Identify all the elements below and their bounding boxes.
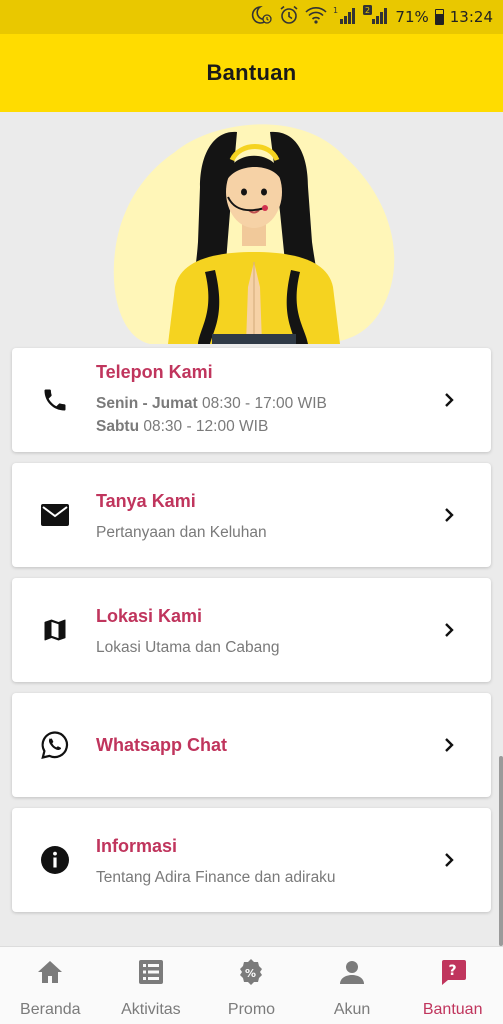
tanya-kami-card[interactable]: Tanya Kami Pertanyaan dan Keluhan <box>12 463 491 567</box>
info-icon <box>40 845 70 875</box>
chevron-right-icon <box>445 853 454 867</box>
sim1-label: 1 <box>333 6 338 15</box>
mail-icon <box>40 500 70 530</box>
hero-illustration <box>0 112 503 344</box>
tanya-kami-title: Tanya Kami <box>96 491 196 511</box>
phone-icon <box>40 385 70 415</box>
moon-clock-icon <box>251 5 273 29</box>
nav-aktivitas[interactable]: Aktivitas <box>101 947 202 1024</box>
lokasi-kami-subtitle: Lokasi Utama dan Cabang <box>96 639 280 656</box>
signal-icon: 2 <box>363 5 389 29</box>
alarm-icon <box>279 5 299 29</box>
telepon-weekday-time: 08:30 - 17:00 WIB <box>197 395 327 412</box>
map-icon <box>40 615 70 645</box>
chevron-right-icon <box>445 623 454 637</box>
lokasi-kami-card[interactable]: Lokasi Kami Lokasi Utama dan Cabang <box>12 578 491 682</box>
battery-icon <box>434 9 444 25</box>
telepon-saturday-hours: Sabtu 08:30 - 12:00 WIB <box>96 418 268 436</box>
whatsapp-chat-card[interactable]: Whatsapp Chat <box>12 693 491 797</box>
battery-percent: 71% <box>395 8 429 26</box>
telepon-weekday-label: Senin - Jumat <box>96 395 198 412</box>
signal-icon: 1 <box>333 5 357 29</box>
lokasi-kami-title: Lokasi Kami <box>96 606 203 626</box>
promo-badge-icon: % <box>236 957 266 987</box>
informasi-card[interactable]: Informasi Tentang Adira Finance dan adir… <box>12 808 491 912</box>
telepon-saturday-time: 08:30 - 12:00 WIB <box>139 418 269 435</box>
nav-promo-label: Promo <box>227 1001 276 1018</box>
telepon-weekday-hours: Senin - Jumat 08:30 - 17:00 WIB <box>96 395 327 413</box>
chevron-right-icon <box>445 508 454 522</box>
scrollbar[interactable] <box>499 756 503 946</box>
home-icon <box>35 957 65 987</box>
nav-akun-label: Akun <box>333 1001 371 1018</box>
sim2-label: 2 <box>365 6 370 15</box>
informasi-subtitle: Tentang Adira Finance dan adiraku <box>96 869 336 886</box>
bottom-nav: Beranda Aktivitas % Promo Akun ? Bantuan <box>0 946 503 1024</box>
tanya-kami-subtitle: Pertanyaan dan Keluhan <box>96 524 267 541</box>
whatsapp-chat-title: Whatsapp Chat <box>96 735 228 755</box>
app-bar: Bantuan <box>0 34 503 112</box>
chevron-right-icon <box>445 393 454 407</box>
help-icon: ? <box>438 957 468 987</box>
list-icon <box>136 957 166 987</box>
telepon-kami-title: Telepon Kami <box>96 362 213 382</box>
nav-aktivitas-label: Aktivitas <box>121 1001 181 1018</box>
wifi-icon <box>305 5 327 29</box>
svg-text:%: % <box>245 967 256 980</box>
chevron-right-icon <box>445 738 454 752</box>
nav-beranda[interactable]: Beranda <box>0 947 101 1024</box>
person-icon <box>337 957 367 987</box>
telepon-kami-card[interactable]: Telepon Kami Senin - Jumat 08:30 - 17:00… <box>12 348 491 452</box>
clock-time: 13:24 <box>449 8 493 26</box>
nav-bantuan[interactable]: ? Bantuan <box>402 947 503 1024</box>
page-title: Bantuan <box>206 60 297 85</box>
informasi-title: Informasi <box>96 836 178 856</box>
nav-akun[interactable]: Akun <box>302 947 403 1024</box>
status-bar: 1 2 71% 13:24 <box>0 0 503 34</box>
svg-text:?: ? <box>448 963 456 979</box>
telepon-saturday-label: Sabtu <box>96 418 140 435</box>
whatsapp-icon <box>40 730 70 760</box>
nav-bantuan-label: Bantuan <box>422 1001 483 1018</box>
nav-beranda-label: Beranda <box>20 1001 81 1018</box>
nav-promo[interactable]: % Promo <box>201 947 302 1024</box>
